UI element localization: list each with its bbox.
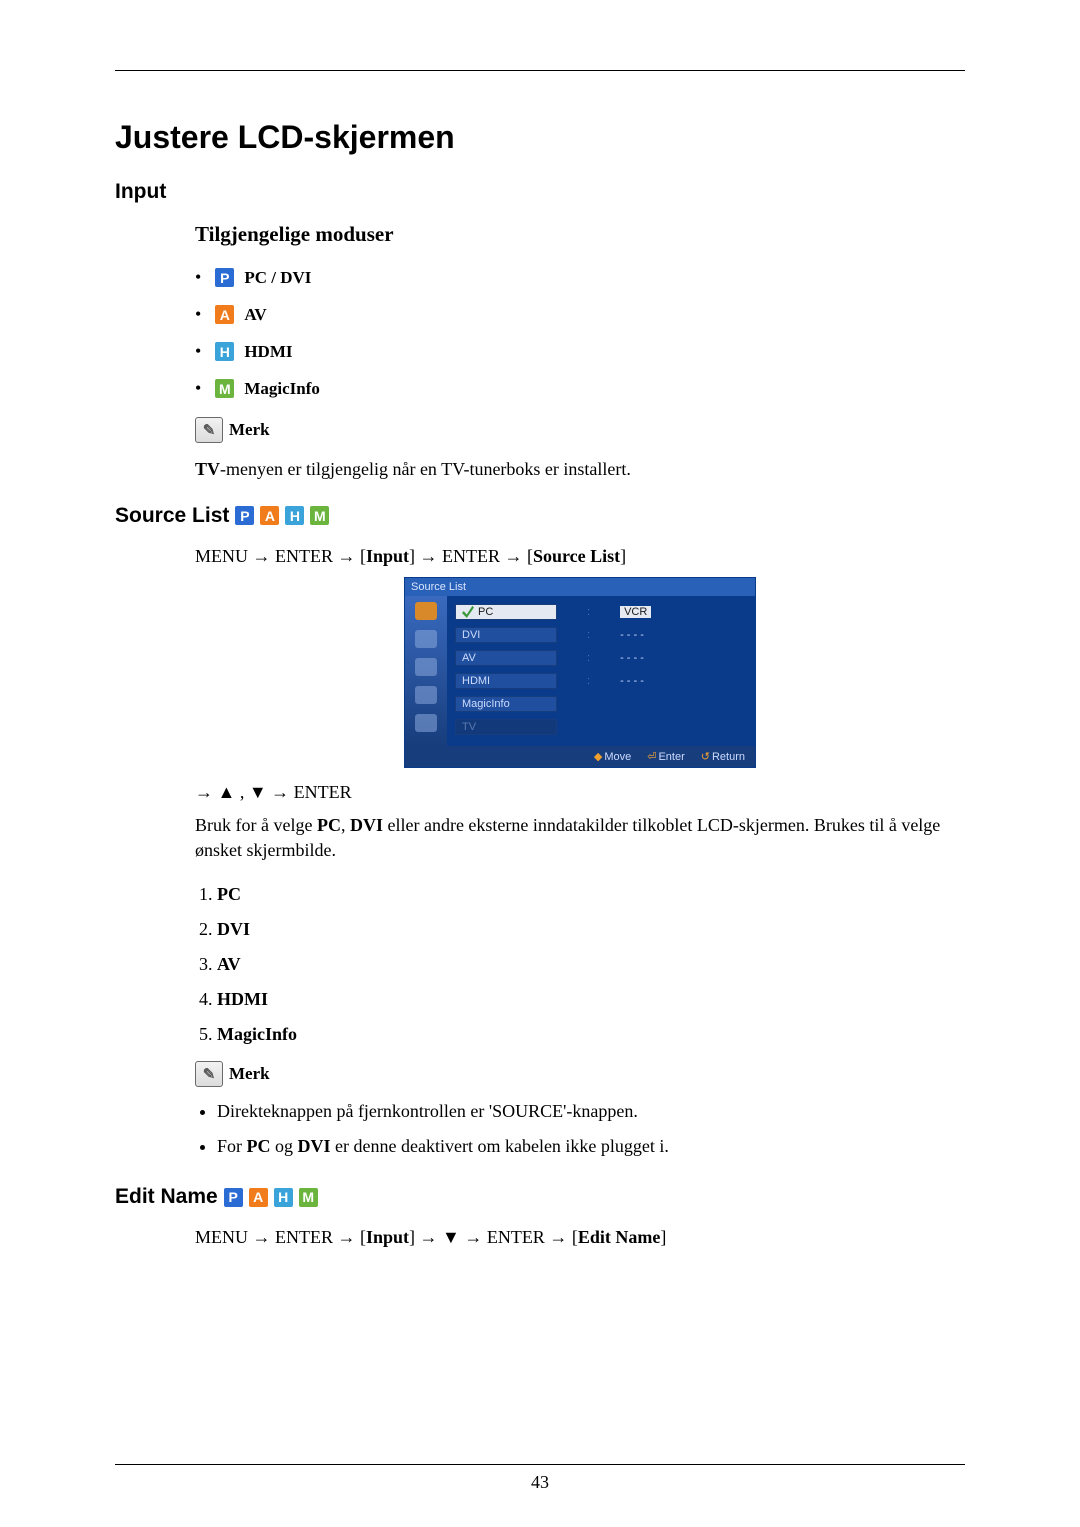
osd-footer-return: ↺Return — [701, 750, 745, 763]
section-heading-source-list: Source List P A H M — [115, 504, 965, 528]
p-icon: P — [215, 268, 234, 287]
list-item: DVI — [217, 919, 965, 940]
a-icon: A — [260, 506, 279, 525]
osd-main: PC : VCR DVI : - - - - AV : - - - - — [447, 596, 755, 746]
mode-item-pc-dvi: P PC / DVI — [195, 267, 965, 288]
mode-item-magicinfo: M MagicInfo — [195, 378, 965, 399]
note-label: Merk — [229, 420, 270, 440]
page-title: Justere LCD-skjermen — [115, 119, 965, 156]
osd-label: TV — [455, 719, 557, 735]
source-list-nav: MENU → ENTER → [Input] → ENTER → [Source… — [195, 546, 965, 567]
p-icon: P — [224, 1188, 243, 1207]
list-item: HDMI — [217, 989, 965, 1010]
osd-row: AV : - - - - — [455, 648, 747, 668]
osd-row: TV — [455, 717, 747, 737]
osd-screenshot: Source List PC : VCR — [195, 577, 965, 768]
osd-value: - - - - — [620, 629, 644, 641]
osd-row: MagicInfo — [455, 694, 747, 714]
input-section-body: Tilgjengelige moduser P PC / DVI A AV H … — [115, 222, 965, 482]
page-number: 43 — [0, 1472, 1080, 1493]
m-icon: M — [310, 506, 329, 525]
mode-label: AV — [244, 305, 266, 325]
osd-side-icon — [415, 602, 437, 620]
osd-footer-move: ◆Move — [594, 750, 631, 763]
subheading-available-modes: Tilgjengelige moduser — [195, 222, 965, 247]
numbered-source-list: PC DVI AV HDMI MagicInfo — [195, 884, 965, 1045]
tv-note-paragraph: TV-menyen er tilgjengelig når en TV-tune… — [195, 457, 965, 482]
edit-name-nav: MENU → ENTER → [Input] → ▼ → ENTER → [Ed… — [195, 1227, 965, 1248]
osd-label: HDMI — [455, 673, 557, 689]
h-icon: H — [215, 342, 234, 361]
list-item: PC — [217, 884, 965, 905]
note-heading: ✎ Merk — [195, 1061, 965, 1087]
osd-footer-enter: ⏎Enter — [647, 750, 685, 763]
note-icon: ✎ — [195, 417, 223, 443]
source-list-body: MENU → ENTER → [Input] → ENTER → [Source… — [115, 546, 965, 1158]
tv-bold: TV — [195, 459, 220, 479]
mode-label: MagicInfo — [244, 379, 320, 399]
list-item: MagicInfo — [217, 1024, 965, 1045]
bottom-rule — [115, 1464, 965, 1465]
osd-side-icon — [415, 714, 437, 732]
m-icon: M — [299, 1188, 318, 1207]
note-heading: ✎ Merk — [195, 417, 965, 443]
tv-note-rest: -menyen er tilgjengelig når en TV-tunerb… — [220, 459, 631, 479]
mode-item-av: A AV — [195, 304, 965, 325]
osd-side-icon — [415, 630, 437, 648]
m-icon: M — [215, 379, 234, 398]
osd-label: AV — [455, 650, 557, 666]
osd-value: - - - - — [620, 675, 644, 687]
osd-side-icon — [415, 686, 437, 704]
mode-item-hdmi: H HDMI — [195, 341, 965, 362]
p-icon: P — [235, 506, 254, 525]
h-icon: H — [274, 1188, 293, 1207]
document-page: Justere LCD-skjermen Input Tilgjengelige… — [0, 0, 1080, 1527]
osd-row: DVI : - - - - — [455, 625, 747, 645]
a-icon: A — [249, 1188, 268, 1207]
osd-value: VCR — [620, 606, 651, 618]
edit-name-label: Edit Name — [115, 1185, 218, 1209]
section-heading-edit-name: Edit Name P A H M — [115, 1185, 965, 1209]
top-rule — [115, 70, 965, 71]
list-item: For PC og DVI er denne deaktivert om kab… — [217, 1136, 965, 1157]
osd-sidebar — [405, 596, 447, 746]
osd-label: PC — [455, 604, 557, 620]
list-item: AV — [217, 954, 965, 975]
a-icon: A — [215, 305, 234, 324]
source-list-label: Source List — [115, 504, 229, 528]
note-icon: ✎ — [195, 1061, 223, 1087]
mode-label: PC / DVI — [244, 268, 311, 288]
osd-panel: Source List PC : VCR — [404, 577, 756, 768]
osd-footer: ◆Move ⏎Enter ↺Return — [405, 746, 755, 767]
osd-label: DVI — [455, 627, 557, 643]
osd-label: MagicInfo — [455, 696, 557, 712]
osd-title: Source List — [405, 578, 755, 596]
note-label: Merk — [229, 1064, 270, 1084]
mode-label: HDMI — [244, 342, 292, 362]
note-bullet-list: Direkteknappen på fjernkontrollen er 'SO… — [195, 1101, 965, 1157]
edit-name-body: MENU → ENTER → [Input] → ▼ → ENTER → [Ed… — [115, 1227, 965, 1248]
check-icon — [462, 606, 474, 618]
h-icon: H — [285, 506, 304, 525]
section-heading-input: Input — [115, 180, 965, 204]
osd-row: PC : VCR — [455, 602, 747, 622]
arrow-nav-line: → ▲ , ▼ → ENTER — [195, 782, 965, 803]
osd-row: HDMI : - - - - — [455, 671, 747, 691]
source-description: Bruk for å velge PC, DVI eller andre eks… — [195, 813, 965, 863]
mode-list: P PC / DVI A AV H HDMI M MagicInfo — [195, 267, 965, 399]
list-item: Direkteknappen på fjernkontrollen er 'SO… — [217, 1101, 965, 1122]
osd-value: - - - - — [620, 652, 644, 664]
osd-side-icon — [415, 658, 437, 676]
